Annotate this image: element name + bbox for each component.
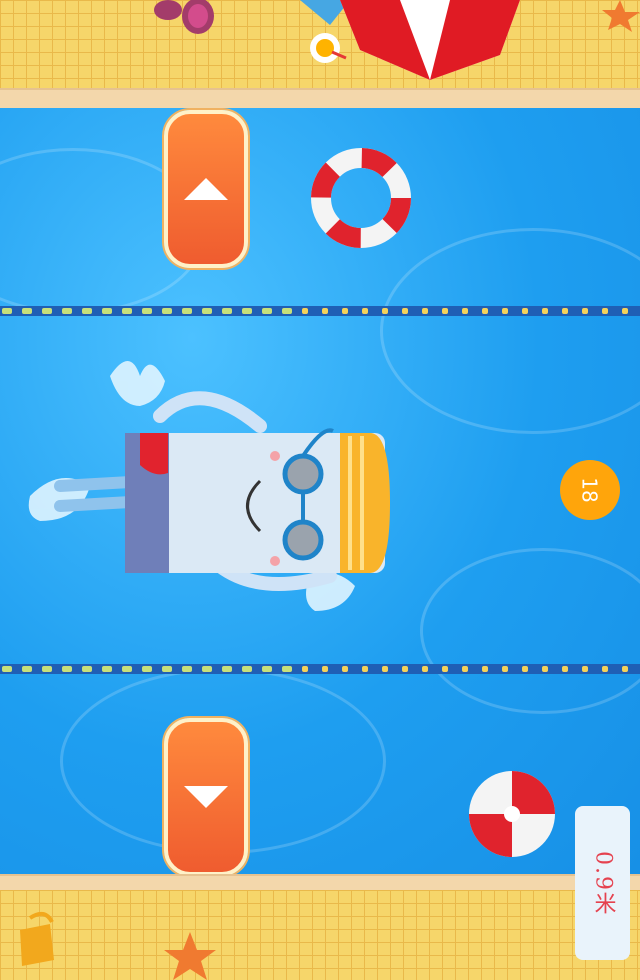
swim-cap bbox=[340, 433, 390, 573]
water-ripple bbox=[420, 548, 640, 714]
pool-edge-top bbox=[0, 88, 640, 110]
swimmer-arm bbox=[153, 391, 267, 433]
deck-bottom-decor bbox=[20, 911, 216, 980]
swimmer-leg bbox=[54, 496, 136, 512]
arrow-up-icon bbox=[184, 178, 228, 200]
move-down-button[interactable] bbox=[164, 718, 248, 876]
swimming-pool: 18 bbox=[0, 108, 640, 874]
life-ring-icon bbox=[311, 148, 411, 248]
deck-top-decor bbox=[154, 0, 640, 80]
score-value: 18 bbox=[577, 477, 602, 503]
starfish-icon bbox=[602, 0, 640, 32]
sand-bucket-icon bbox=[20, 911, 54, 966]
lane-rope-top bbox=[0, 306, 640, 316]
starfish-icon bbox=[164, 932, 216, 980]
beach-ball-icon bbox=[469, 771, 555, 857]
move-up-button[interactable] bbox=[164, 110, 248, 268]
water-ripple bbox=[380, 228, 640, 434]
lane-rope-bottom bbox=[0, 664, 640, 674]
swimmer-character bbox=[28, 361, 390, 611]
drink-cup-icon bbox=[310, 33, 347, 63]
pool-deck-top bbox=[0, 0, 640, 92]
distance-value: 0.9米 bbox=[590, 850, 616, 916]
score-coin: 18 bbox=[560, 460, 620, 520]
pool-deck-bottom bbox=[0, 890, 640, 980]
flip-flops-icon bbox=[154, 0, 214, 34]
distance-panel: 0.9米 bbox=[575, 806, 630, 960]
arrow-down-icon bbox=[184, 786, 228, 808]
swimmer-leg bbox=[54, 476, 136, 492]
